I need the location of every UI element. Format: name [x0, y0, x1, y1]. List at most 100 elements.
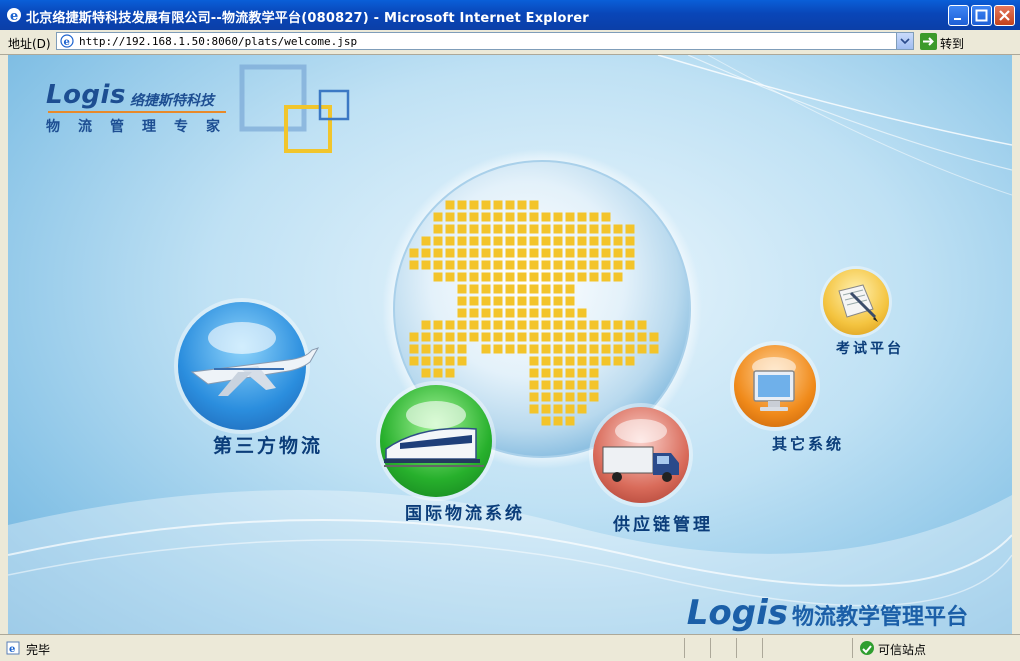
globe-dot [529, 260, 539, 270]
globe-dot [553, 284, 563, 294]
globe-dot [493, 248, 503, 258]
globe-dot [565, 404, 575, 414]
address-input[interactable]: e http://192.168.1.50:8060/plats/welcome… [56, 32, 914, 50]
globe-dot [493, 296, 503, 306]
globe-dot [493, 332, 503, 342]
window-title-bar[interactable]: e 北京络捷斯特科技发展有限公司--物流教学平台(080827) - Micro… [0, 0, 1020, 30]
globe-dot [433, 248, 443, 258]
globe-dot [481, 248, 491, 258]
security-zone-label: 可信站点 [878, 643, 927, 657]
supply-chain-button[interactable] [593, 407, 689, 503]
address-dropdown-button[interactable] [896, 33, 913, 49]
status-divider [710, 638, 711, 658]
globe-dot [529, 404, 539, 414]
globe-dot [577, 404, 587, 414]
globe-dot [493, 212, 503, 222]
globe-dot [541, 380, 551, 390]
go-button[interactable]: 转到 [918, 32, 972, 52]
minimize-button[interactable] [948, 5, 969, 26]
globe-dot [433, 260, 443, 270]
globe-dot [541, 368, 551, 378]
globe-dot [553, 416, 563, 426]
globe-dot [625, 248, 635, 258]
globe-dot [565, 212, 575, 222]
globe-dot [577, 356, 587, 366]
globe-dot [517, 344, 527, 354]
globe-dot [505, 272, 515, 282]
international-logistics-button[interactable] [380, 385, 492, 497]
logo-underline [48, 111, 226, 113]
third-party-logistics-button[interactable] [178, 302, 320, 430]
globe-dot [481, 284, 491, 294]
globe-dot [577, 236, 587, 246]
globe-dot [613, 356, 623, 366]
globe-dot [589, 236, 599, 246]
globe-dot [541, 392, 551, 402]
other-systems-button[interactable] [734, 345, 816, 427]
globe-dot [529, 224, 539, 234]
exam-platform-label[interactable]: 考试平台 [836, 338, 904, 358]
globe-dot [541, 248, 551, 258]
svg-text:e: e [10, 9, 18, 23]
international-logistics-label[interactable]: 国际物流系统 [405, 499, 525, 524]
globe-dot [577, 392, 587, 402]
globe-dot [529, 380, 539, 390]
globe-dot [565, 332, 575, 342]
globe-dot [445, 200, 455, 210]
globe-dot [541, 224, 551, 234]
globe-dot [457, 260, 467, 270]
globe-dot [457, 236, 467, 246]
third-party-logistics-label[interactable]: 第三方物流 [213, 431, 323, 458]
globe-dot [505, 236, 515, 246]
globe-dot [457, 296, 467, 306]
globe-dot [529, 332, 539, 342]
globe-dot [649, 344, 659, 354]
globe-dot [493, 260, 503, 270]
globe-dot [565, 224, 575, 234]
globe-dot [541, 272, 551, 282]
globe-dot [589, 356, 599, 366]
globe-dot [445, 224, 455, 234]
globe-dot [565, 320, 575, 330]
exam-platform-button[interactable] [823, 269, 889, 335]
globe-dot [433, 320, 443, 330]
maximize-button[interactable] [971, 5, 992, 26]
globe-dot [505, 212, 515, 222]
globe-dot [469, 236, 479, 246]
globe-dot [529, 200, 539, 210]
logo-text: Logis [46, 80, 126, 110]
globe-dot [529, 308, 539, 318]
globe-dot [541, 320, 551, 330]
close-button[interactable] [994, 5, 1015, 26]
globe-dot [469, 284, 479, 294]
welcome-page: Logis 络捷斯特科技 物流管理专家 第三方物流 国际物流系统 供应链管理 其… [8, 55, 1012, 634]
globe-dot [445, 344, 455, 354]
globe-dot [457, 200, 467, 210]
globe-dot [457, 272, 467, 282]
close-icon [999, 10, 1010, 21]
globe-dot [517, 320, 527, 330]
footer-logo-text: Logis [686, 593, 788, 633]
globe-dot [421, 236, 431, 246]
globe-dot [565, 236, 575, 246]
globe-dot [601, 224, 611, 234]
globe-dot [553, 248, 563, 258]
globe-dot [589, 212, 599, 222]
globe-dot [565, 368, 575, 378]
globe-dot [445, 260, 455, 270]
globe-dot [613, 248, 623, 258]
supply-chain-label[interactable]: 供应链管理 [613, 510, 713, 535]
security-zone[interactable]: 可信站点 [858, 640, 1008, 658]
globe-dot [541, 344, 551, 354]
globe-dot [517, 224, 527, 234]
other-systems-label[interactable]: 其它系统 [772, 433, 844, 454]
globe-dot [625, 260, 635, 270]
globe-dot [505, 284, 515, 294]
globe-dot [553, 296, 563, 306]
globe-dot [481, 224, 491, 234]
globe-dot [469, 308, 479, 318]
globe-dot [589, 248, 599, 258]
status-divider [852, 638, 853, 658]
globe-dot [457, 212, 467, 222]
globe-dot [601, 272, 611, 282]
